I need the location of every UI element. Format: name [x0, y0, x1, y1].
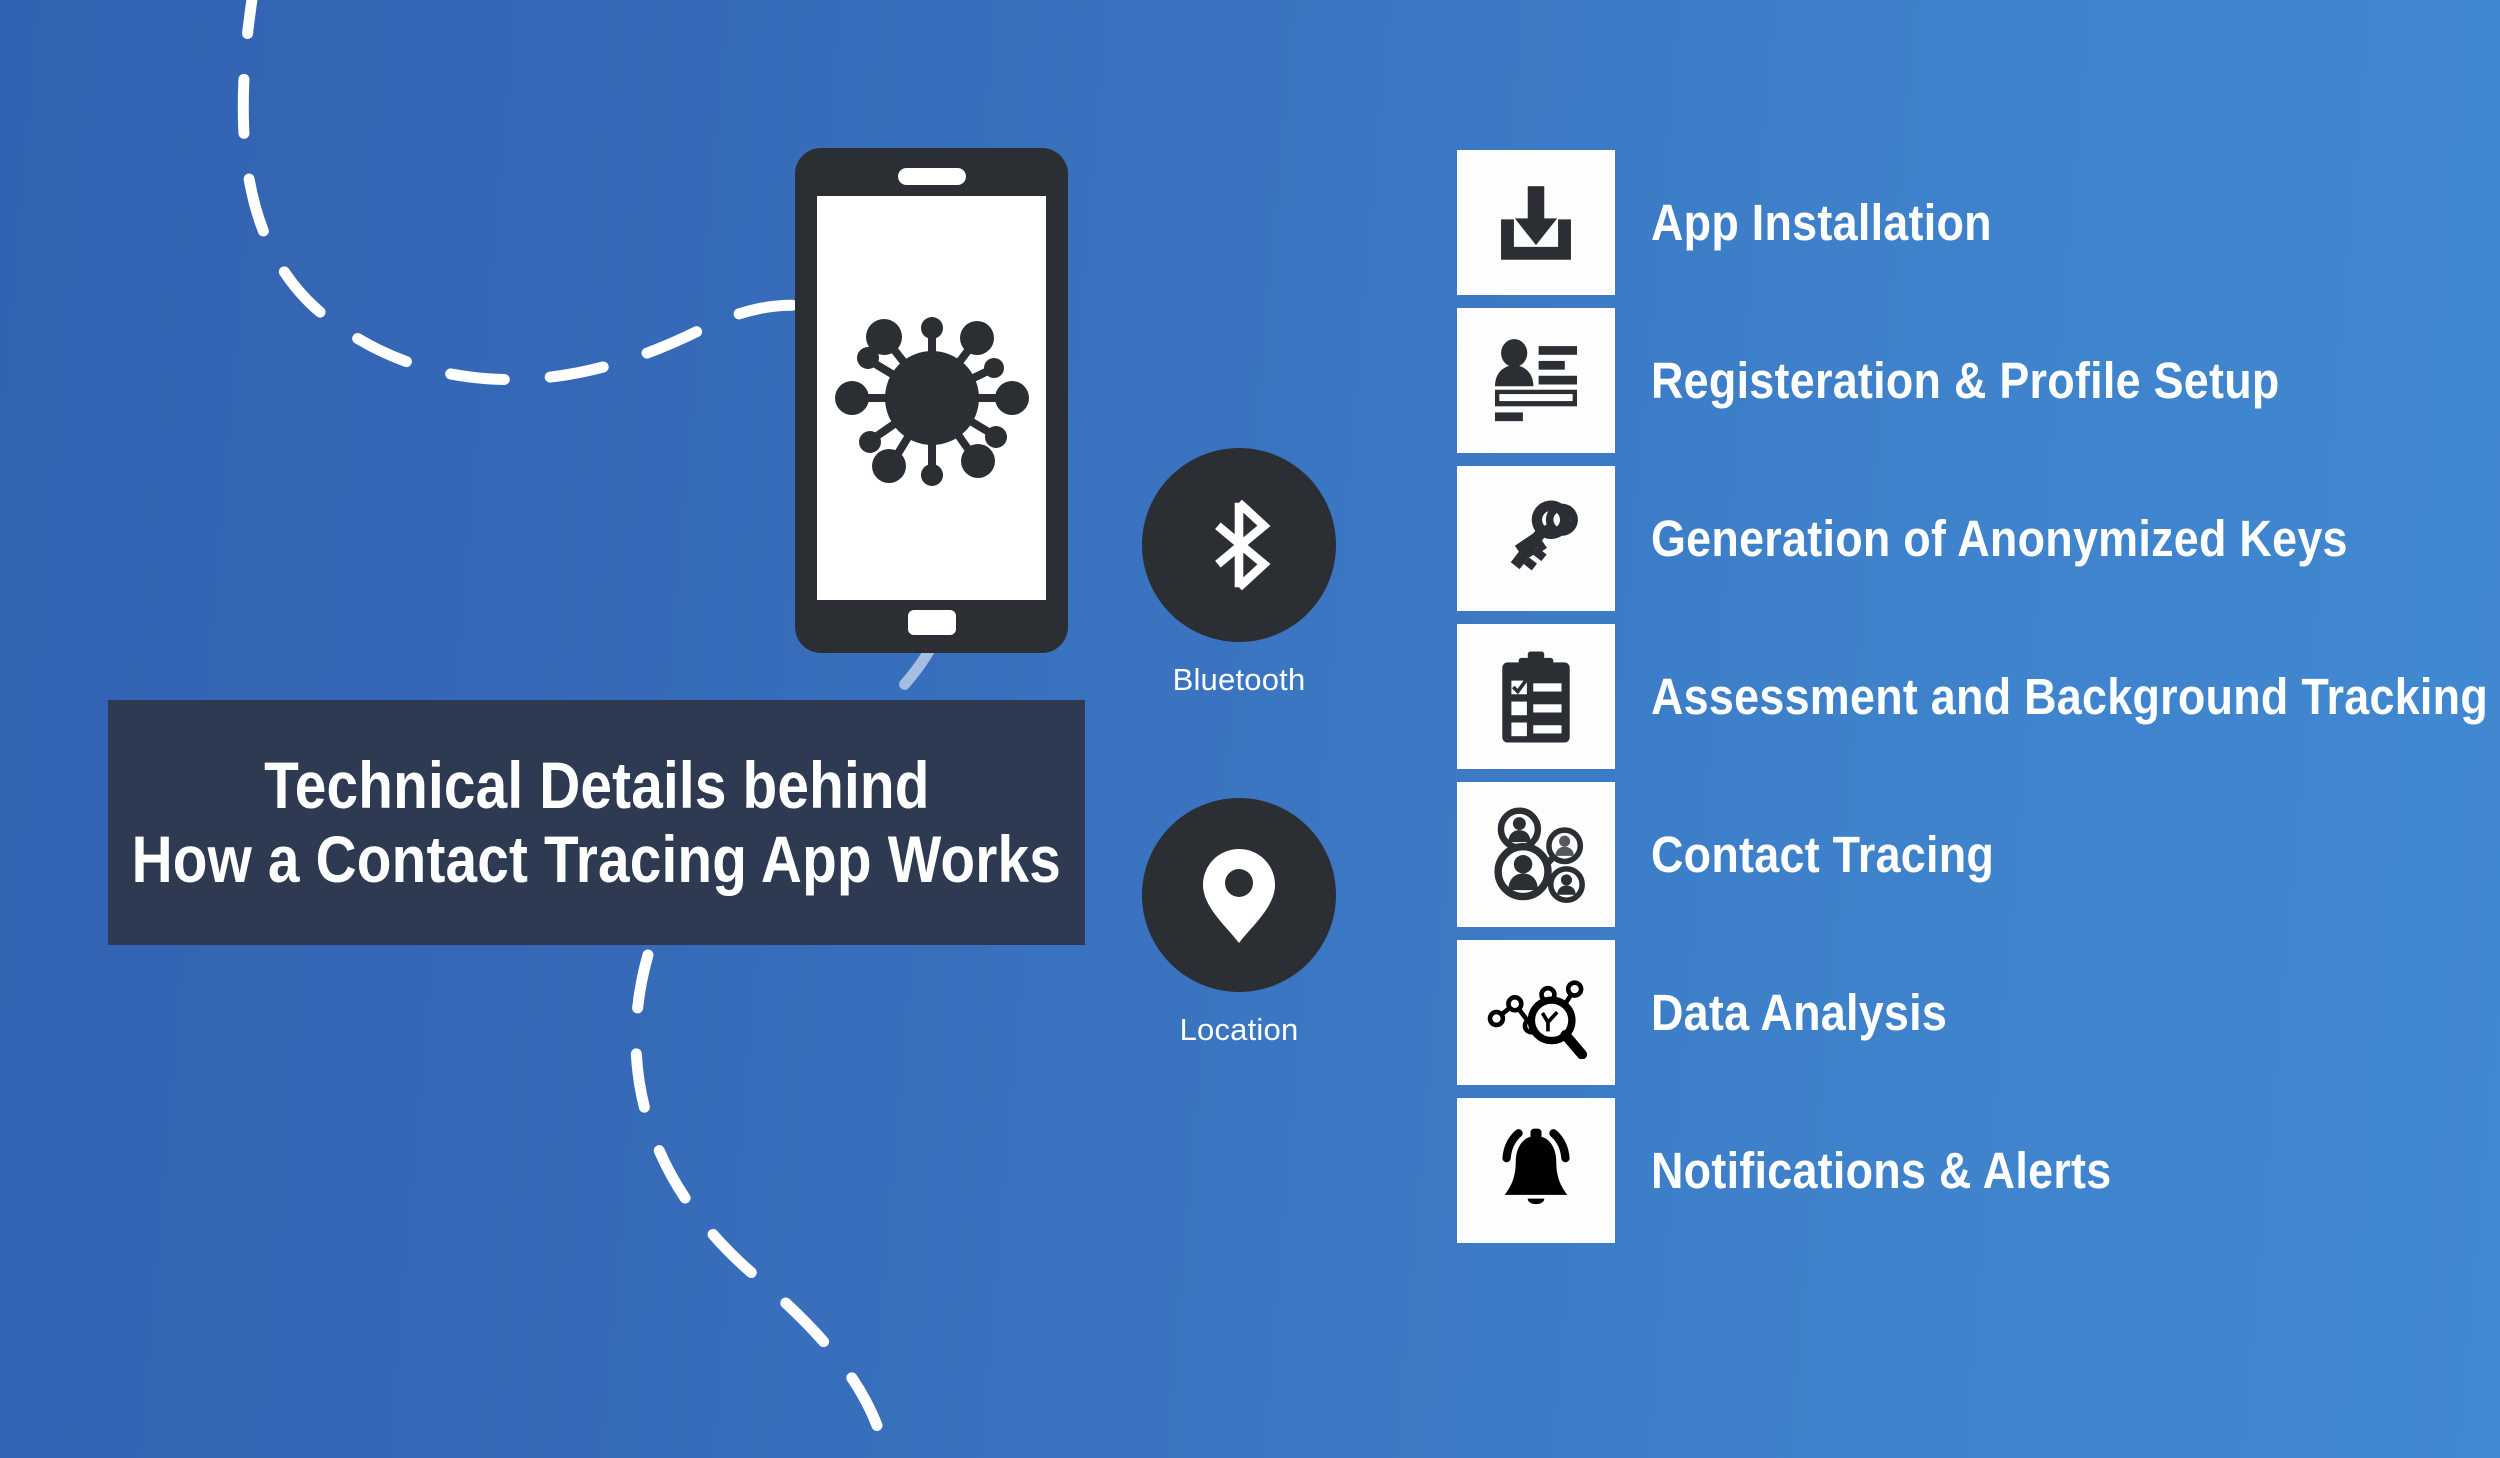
step-label-anonymized-keys: Generation of Anonymized Keys [1651, 510, 2348, 567]
step-label-assessment-background-tracking: Assessment and Background Tracking [1651, 668, 2489, 725]
smartphone-graphic [795, 148, 1068, 653]
coronavirus-icon [817, 196, 1046, 600]
page-title: Technical Details behind How a Contact T… [108, 700, 1085, 945]
sensor-location-label: Location [1179, 1012, 1299, 1047]
sensor-bluetooth-label: Bluetooth [1172, 662, 1306, 697]
profile-form-icon [1457, 308, 1615, 453]
process-steps-list: App Installation Registeration & Profile… [1457, 150, 2500, 1243]
step-notifications-alerts[interactable]: Notifications & Alerts [1457, 1098, 2500, 1243]
step-label-notifications-alerts: Notifications & Alerts [1651, 1142, 2112, 1199]
step-label-registration-profile-setup: Registeration & Profile Setup [1651, 352, 2280, 409]
phone-speaker-icon [897, 168, 966, 185]
chart-magnifier-icon [1457, 940, 1615, 1085]
sensor-location[interactable]: Location [1142, 798, 1336, 1048]
bell-icon [1457, 1098, 1615, 1243]
step-contact-tracing[interactable]: Contact Tracing [1457, 782, 2500, 927]
step-label-app-installation: App Installation [1651, 194, 1992, 251]
infographic-canvas: Technical Details behind How a Contact T… [0, 0, 2500, 1458]
step-assessment-background-tracking[interactable]: Assessment and Background Tracking [1457, 624, 2500, 769]
step-app-installation[interactable]: App Installation [1457, 150, 2500, 295]
phone-home-button-icon [907, 610, 956, 635]
page-title-line-2: How a Contact Tracing App Works [131, 821, 1062, 896]
clipboard-checklist-icon [1457, 624, 1615, 769]
step-registration-profile-setup[interactable]: Registeration & Profile Setup [1457, 308, 2500, 453]
step-label-contact-tracing: Contact Tracing [1651, 826, 1995, 883]
step-data-analysis[interactable]: Data Analysis [1457, 940, 2500, 1085]
keys-icon [1457, 466, 1615, 611]
location-pin-icon [1142, 798, 1336, 992]
people-network-icon [1457, 782, 1615, 927]
step-anonymized-keys[interactable]: Generation of Anonymized Keys [1457, 466, 2500, 611]
step-label-data-analysis: Data Analysis [1651, 984, 1948, 1041]
phone-screen [817, 196, 1046, 600]
sensor-bluetooth[interactable]: Bluetooth [1142, 448, 1336, 698]
download-icon [1457, 150, 1615, 295]
bluetooth-icon [1142, 448, 1336, 642]
page-title-line-1: Technical Details behind [263, 747, 930, 822]
